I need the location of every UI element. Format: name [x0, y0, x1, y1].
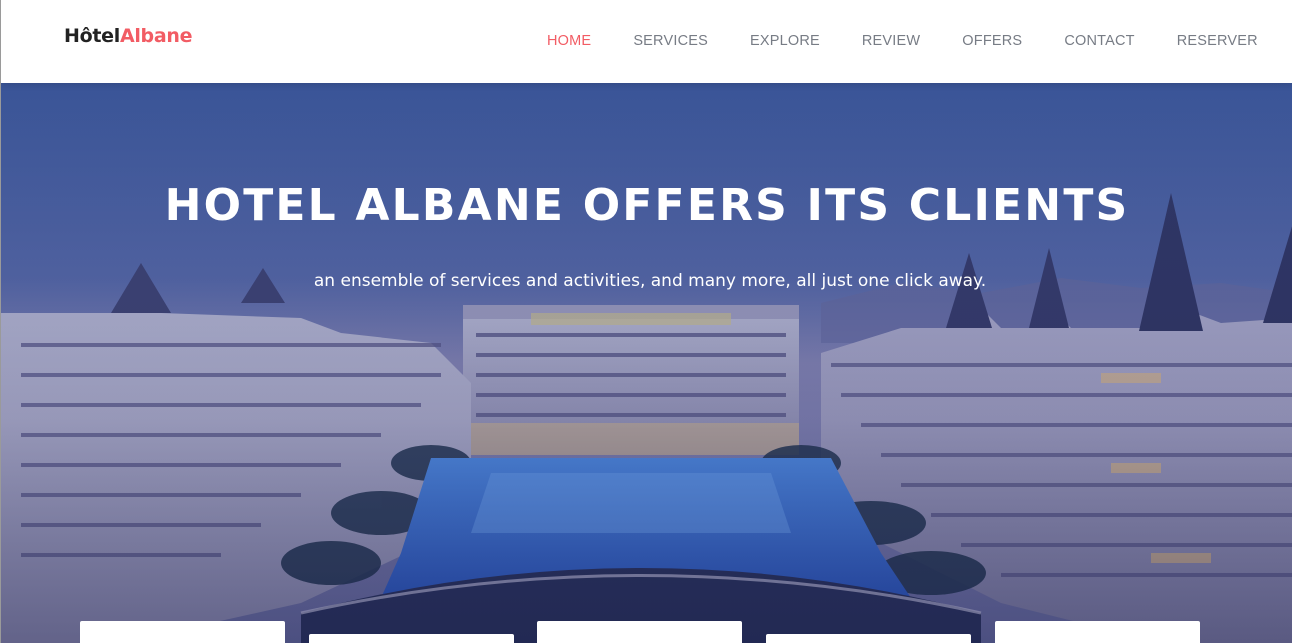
brand-logo[interactable]: HôtelAlbane: [64, 25, 193, 47]
nav-item-contact[interactable]: CONTACT: [1064, 33, 1134, 49]
feature-card[interactable]: [309, 634, 514, 643]
feature-card[interactable]: [80, 621, 285, 643]
feature-cards: [80, 621, 1200, 643]
hero-subtitle: an ensemble of services and activities, …: [313, 271, 987, 291]
page: HôtelAlbane HOME SERVICES EXPLORE REVIEW…: [0, 0, 1292, 643]
feature-card[interactable]: [537, 621, 742, 643]
nav-item-offers[interactable]: OFFERS: [962, 33, 1022, 49]
nav-menu: HOME SERVICES EXPLORE REVIEW OFFERS CONT…: [547, 33, 1258, 49]
nav-item-reserver[interactable]: RESERVER: [1177, 33, 1258, 49]
nav-item-review[interactable]: REVIEW: [862, 33, 920, 49]
nav-item-explore[interactable]: EXPLORE: [750, 33, 820, 49]
feature-card[interactable]: [766, 634, 971, 643]
navbar: HôtelAlbane HOME SERVICES EXPLORE REVIEW…: [1, 0, 1292, 83]
hero-title: HOTEL ALBANE OFFERS ITS CLIENTS: [164, 180, 1130, 231]
hero-overlay: [1, 83, 1292, 643]
nav-item-services[interactable]: SERVICES: [633, 33, 708, 49]
nav-item-home[interactable]: HOME: [547, 33, 591, 49]
feature-card[interactable]: [995, 621, 1200, 643]
hero-section: HOTEL ALBANE OFFERS ITS CLIENTS an ensem…: [1, 83, 1292, 643]
brand-name-part1: Hôtel: [64, 25, 120, 47]
brand-name-part2: Albane: [119, 25, 193, 47]
